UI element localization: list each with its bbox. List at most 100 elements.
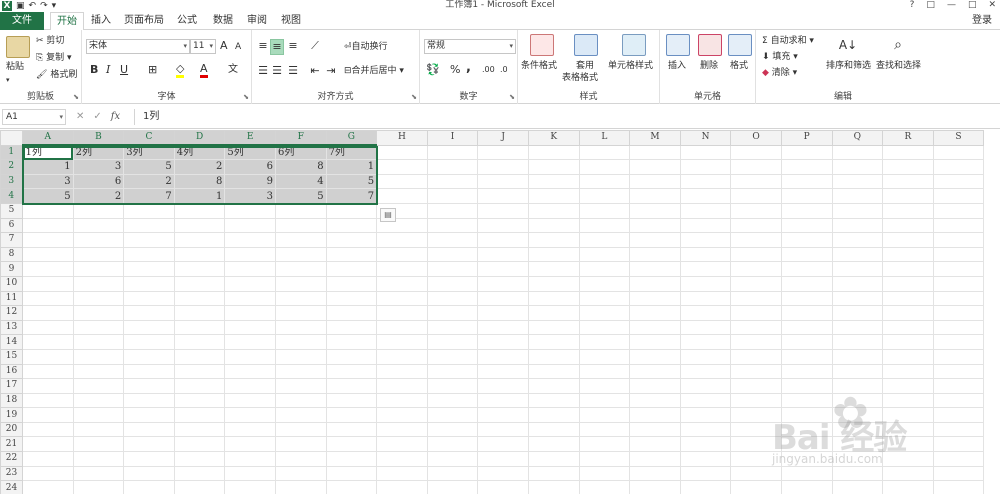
cell-o15[interactable] bbox=[730, 348, 782, 365]
cell-m9[interactable] bbox=[629, 261, 681, 277]
cell-k9[interactable] bbox=[527, 261, 580, 277]
cell-h17[interactable] bbox=[376, 378, 428, 394]
tab-home[interactable]: 开始 bbox=[50, 12, 84, 31]
cell-r17[interactable] bbox=[882, 378, 934, 394]
cell-p5[interactable] bbox=[780, 202, 833, 219]
cell-f1[interactable]: 6列 bbox=[274, 144, 327, 161]
cell-o18[interactable] bbox=[730, 392, 782, 409]
cell-r8[interactable] bbox=[882, 246, 934, 263]
cell-l5[interactable] bbox=[578, 202, 631, 219]
cell-o19[interactable] bbox=[730, 407, 782, 423]
cell-m1[interactable] bbox=[629, 144, 681, 161]
bold-button[interactable]: B bbox=[90, 64, 98, 76]
align-right-icon[interactable]: ☰ bbox=[286, 64, 300, 78]
cell-f5[interactable] bbox=[274, 202, 327, 219]
cell-h20[interactable] bbox=[376, 421, 428, 438]
cell-q12[interactable] bbox=[831, 305, 884, 321]
cell-m13[interactable] bbox=[629, 319, 681, 336]
cell-n7[interactable] bbox=[679, 232, 732, 248]
cell-j18[interactable] bbox=[477, 392, 529, 409]
cell-d9[interactable] bbox=[173, 261, 226, 277]
cell-l16[interactable] bbox=[578, 363, 631, 380]
cell-p14[interactable] bbox=[780, 334, 833, 350]
cell-r13[interactable] bbox=[882, 319, 934, 336]
cell-o14[interactable] bbox=[730, 334, 782, 350]
cell-p7[interactable] bbox=[780, 232, 833, 248]
cell-e17[interactable] bbox=[224, 378, 276, 394]
cell-r14[interactable] bbox=[882, 334, 934, 350]
cell-q9[interactable] bbox=[831, 261, 884, 277]
cell-h23[interactable] bbox=[376, 465, 428, 482]
cell-p9[interactable] bbox=[780, 261, 833, 277]
help-icon[interactable]: ? bbox=[910, 0, 915, 11]
cell-f18[interactable] bbox=[274, 392, 327, 409]
cell-c12[interactable] bbox=[123, 305, 175, 321]
cell-i7[interactable] bbox=[426, 232, 479, 248]
cell-b22[interactable] bbox=[72, 451, 125, 467]
cell-a2[interactable]: 1 bbox=[22, 159, 74, 175]
name-box[interactable]: A1 ▾ bbox=[2, 109, 66, 125]
cell-e8[interactable] bbox=[224, 246, 276, 263]
enter-icon[interactable]: ✓ bbox=[93, 109, 101, 125]
cell-c16[interactable] bbox=[123, 363, 175, 380]
cell-i22[interactable] bbox=[426, 451, 479, 467]
cell-n23[interactable] bbox=[679, 465, 732, 482]
cell-b13[interactable] bbox=[72, 319, 125, 336]
number-format-select[interactable]: 常规 ▾ bbox=[424, 39, 516, 54]
cell-g16[interactable] bbox=[325, 363, 378, 380]
cell-i1[interactable] bbox=[426, 144, 479, 161]
cell-q11[interactable] bbox=[831, 290, 884, 307]
cell-r22[interactable] bbox=[882, 451, 934, 467]
cell-p12[interactable] bbox=[780, 305, 833, 321]
cell-b9[interactable] bbox=[72, 261, 125, 277]
cell-l1[interactable] bbox=[578, 144, 631, 161]
cell-f23[interactable] bbox=[274, 465, 327, 482]
cell-g24[interactable] bbox=[325, 480, 378, 494]
cell-j17[interactable] bbox=[477, 378, 529, 394]
cell-s12[interactable] bbox=[932, 305, 985, 321]
cell-g14[interactable] bbox=[325, 334, 378, 350]
cell-m24[interactable] bbox=[629, 480, 681, 494]
cell-k23[interactable] bbox=[527, 465, 580, 482]
cell-s22[interactable] bbox=[932, 451, 985, 467]
cell-m12[interactable] bbox=[629, 305, 681, 321]
row-header-4[interactable]: 4 bbox=[0, 188, 24, 204]
cell-i24[interactable] bbox=[426, 480, 479, 494]
align-center-icon[interactable]: ☰ bbox=[270, 64, 284, 78]
cell-h12[interactable] bbox=[376, 305, 428, 321]
cell-k15[interactable] bbox=[527, 348, 580, 365]
cell-a17[interactable] bbox=[22, 378, 74, 394]
cell-o16[interactable] bbox=[730, 363, 782, 380]
cell-k16[interactable] bbox=[527, 363, 580, 380]
cell-s23[interactable] bbox=[932, 465, 985, 482]
column-header-c[interactable]: C bbox=[123, 130, 175, 147]
cell-s15[interactable] bbox=[932, 348, 985, 365]
cell-o22[interactable] bbox=[730, 451, 782, 467]
clear-button[interactable]: ◆ 清除 ▾ bbox=[762, 67, 797, 79]
row-header-14[interactable]: 14 bbox=[0, 334, 23, 350]
cell-o21[interactable] bbox=[730, 436, 782, 453]
cell-q15[interactable] bbox=[831, 348, 884, 365]
cell-k10[interactable] bbox=[527, 275, 580, 292]
cell-d7[interactable] bbox=[173, 232, 226, 248]
cell-b8[interactable] bbox=[72, 246, 125, 263]
cell-q16[interactable] bbox=[831, 363, 884, 380]
column-header-h[interactable]: H bbox=[376, 130, 428, 146]
row-header-22[interactable]: 22 bbox=[0, 451, 23, 467]
wrap-text-button[interactable]: ⏎自动换行 bbox=[344, 41, 388, 53]
cell-n2[interactable] bbox=[679, 159, 732, 175]
row-header-8[interactable]: 8 bbox=[0, 246, 23, 263]
cell-m17[interactable] bbox=[629, 378, 681, 394]
cell-p8[interactable] bbox=[780, 246, 833, 263]
cell-m21[interactable] bbox=[629, 436, 681, 453]
cell-e22[interactable] bbox=[224, 451, 276, 467]
cell-n13[interactable] bbox=[679, 319, 732, 336]
cell-s9[interactable] bbox=[932, 261, 985, 277]
row-header-2[interactable]: 2 bbox=[0, 159, 24, 175]
cell-m5[interactable] bbox=[629, 202, 681, 219]
cell-c7[interactable] bbox=[123, 232, 175, 248]
cell-f12[interactable] bbox=[274, 305, 327, 321]
column-header-s[interactable]: S bbox=[932, 130, 985, 146]
cell-m10[interactable] bbox=[629, 275, 681, 292]
row-header-23[interactable]: 23 bbox=[0, 465, 23, 482]
